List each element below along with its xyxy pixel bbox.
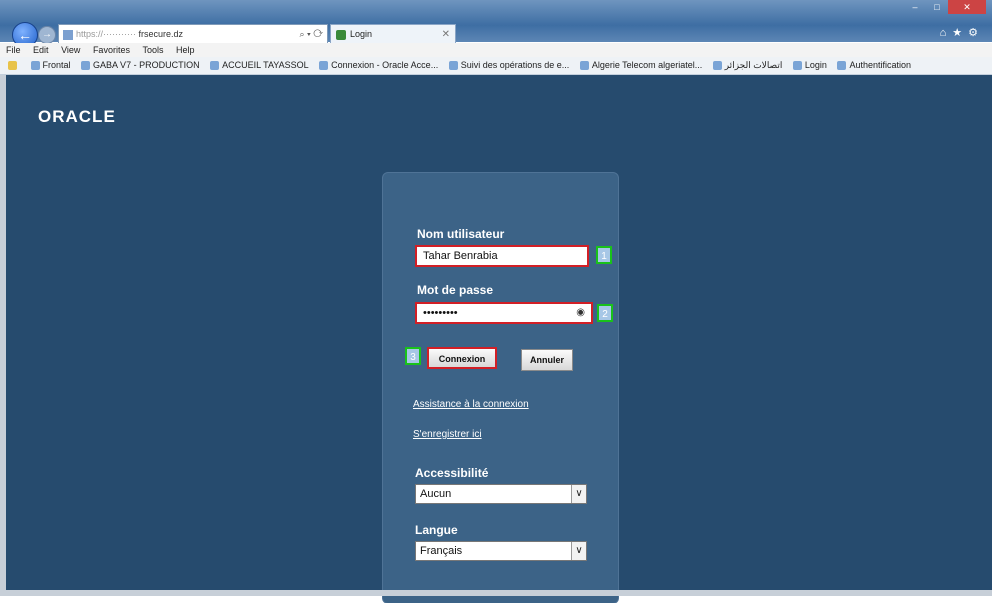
menu-view[interactable]: View <box>61 45 80 55</box>
favorite-item[interactable]: Authentification <box>837 57 911 74</box>
favorite-item[interactable]: اتصالات الجزائر <box>712 57 782 74</box>
username-field[interactable]: Tahar Benrabia <box>415 245 589 267</box>
show-password-icon[interactable]: ◉ <box>576 304 585 322</box>
back-arrow-icon: ← <box>18 27 32 43</box>
browser-titlebar: ← → https://··········· frsecure.dz ⌕ ▾ … <box>0 0 992 48</box>
window-controls: – □ ✕ <box>904 0 986 14</box>
favorite-item[interactable]: Login <box>792 57 827 74</box>
login-assistance-link[interactable]: Assistance à la connexion <box>413 399 529 410</box>
address-bar[interactable]: https://··········· frsecure.dz ⌕ ▾ ⟳ <box>58 24 328 44</box>
forward-button[interactable]: → <box>38 26 56 44</box>
password-field[interactable]: ••••••••• ◉ <box>415 302 593 324</box>
menu-bar: File Edit View Favorites Tools Help <box>0 43 992 57</box>
accessibility-label: Accessibilité <box>415 466 489 480</box>
language-label: Langue <box>415 523 458 537</box>
home-icon[interactable]: ⌂★⚙ <box>940 26 984 39</box>
favorite-item[interactable]: Connexion - Oracle Acce... <box>319 57 438 74</box>
chevron-down-icon: ∨ <box>571 542 586 560</box>
language-select[interactable]: Français ∨ <box>415 541 587 561</box>
oracle-logo: ORACLE <box>38 107 116 126</box>
tab-close-icon[interactable]: ✕ <box>442 25 450 44</box>
favorite-icon <box>712 61 722 71</box>
favorites-star-icon[interactable] <box>8 57 20 74</box>
refresh-icon[interactable]: ⌕ ▾ ⟳ <box>300 25 323 43</box>
favorite-icon <box>319 61 329 71</box>
favorite-item[interactable]: GABA V7 - PRODUCTION <box>81 57 200 74</box>
favorite-item[interactable]: ACCUEIL TAYASSOL <box>210 57 309 74</box>
callout-3: 3 <box>405 347 421 365</box>
favorite-item[interactable]: Frontal <box>30 57 71 74</box>
favorite-icon <box>792 61 802 71</box>
favorite-icon <box>579 61 589 71</box>
minimize-icon[interactable]: – <box>904 0 926 14</box>
cancel-button[interactable]: Annuler <box>521 349 573 371</box>
address-host: frsecure.dz <box>138 29 184 39</box>
tab-login[interactable]: Login ✕ <box>330 24 456 44</box>
tab-title: Login <box>350 29 373 39</box>
login-page: ORACLE Nom utilisateur Tahar Benrabia 1 … <box>6 75 992 603</box>
favorite-item[interactable]: Suivi des opérations de e... <box>448 57 569 74</box>
page-bottom-edge <box>0 590 992 596</box>
menu-favorites[interactable]: Favorites <box>93 45 130 55</box>
forward-arrow-icon: → <box>42 29 52 40</box>
favorites-bar: Frontal GABA V7 - PRODUCTION ACCUEIL TAY… <box>0 57 992 75</box>
favorite-icon <box>448 61 458 71</box>
tab-favicon-icon <box>336 29 346 40</box>
menu-file[interactable]: File <box>6 45 21 55</box>
callout-1: 1 <box>596 246 612 264</box>
password-value: ••••••••• <box>423 307 458 319</box>
login-panel: Nom utilisateur Tahar Benrabia 1 Mot de … <box>383 173 618 603</box>
language-value: Français <box>420 545 463 557</box>
chevron-down-icon: ∨ <box>571 485 586 503</box>
menu-help[interactable]: Help <box>176 45 195 55</box>
login-button[interactable]: Connexion <box>427 347 497 369</box>
favorite-icon <box>81 61 91 71</box>
accessibility-select[interactable]: Aucun ∨ <box>415 484 587 504</box>
menu-edit[interactable]: Edit <box>33 45 49 55</box>
favorite-icon <box>30 61 40 71</box>
favorite-item[interactable]: Algerie Telecom algeriatel... <box>579 57 702 74</box>
password-label: Mot de passe <box>417 283 494 297</box>
favorite-icon <box>837 61 847 71</box>
maximize-icon[interactable]: □ <box>926 0 948 14</box>
site-icon <box>63 29 73 40</box>
username-label: Nom utilisateur <box>417 227 505 241</box>
register-link[interactable]: S'enregistrer ici <box>413 429 482 440</box>
favorite-icon <box>210 61 220 71</box>
accessibility-value: Aucun <box>420 488 452 500</box>
close-window-icon[interactable]: ✕ <box>948 0 986 14</box>
menu-tools[interactable]: Tools <box>142 45 163 55</box>
callout-2: 2 <box>597 304 613 322</box>
